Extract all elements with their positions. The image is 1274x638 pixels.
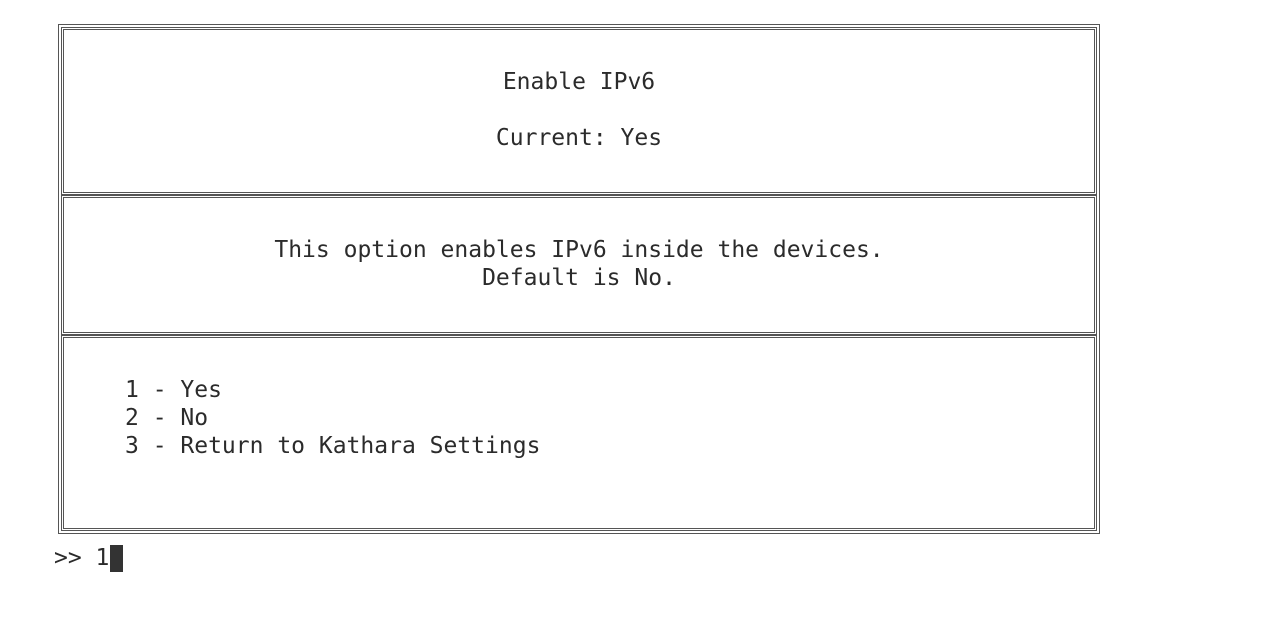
description-line-2: Default is No.	[482, 265, 676, 291]
command-prompt[interactable]: >> 1	[54, 544, 124, 572]
description-line-1: This option enables IPv6 inside the devi…	[274, 237, 884, 263]
menu-option-return[interactable]: 3 - Return to Kathara Settings	[125, 432, 540, 460]
current-value: Current: Yes	[495, 125, 663, 151]
menu-option-no[interactable]: 2 - No	[125, 404, 208, 432]
text-cursor	[110, 544, 124, 572]
menu-option-yes[interactable]: 1 - Yes	[125, 376, 222, 404]
prompt-input[interactable]: 1	[96, 544, 110, 572]
header-panel: Enable IPv6 Current: Yes	[61, 27, 1097, 195]
description-panel: This option enables IPv6 inside the devi…	[61, 195, 1097, 335]
page-title: Enable IPv6	[502, 69, 656, 95]
options-panel: 1 - Yes 2 - No 3 - Return to Kathara Set…	[61, 335, 1097, 531]
prompt-symbol: >>	[54, 545, 96, 571]
